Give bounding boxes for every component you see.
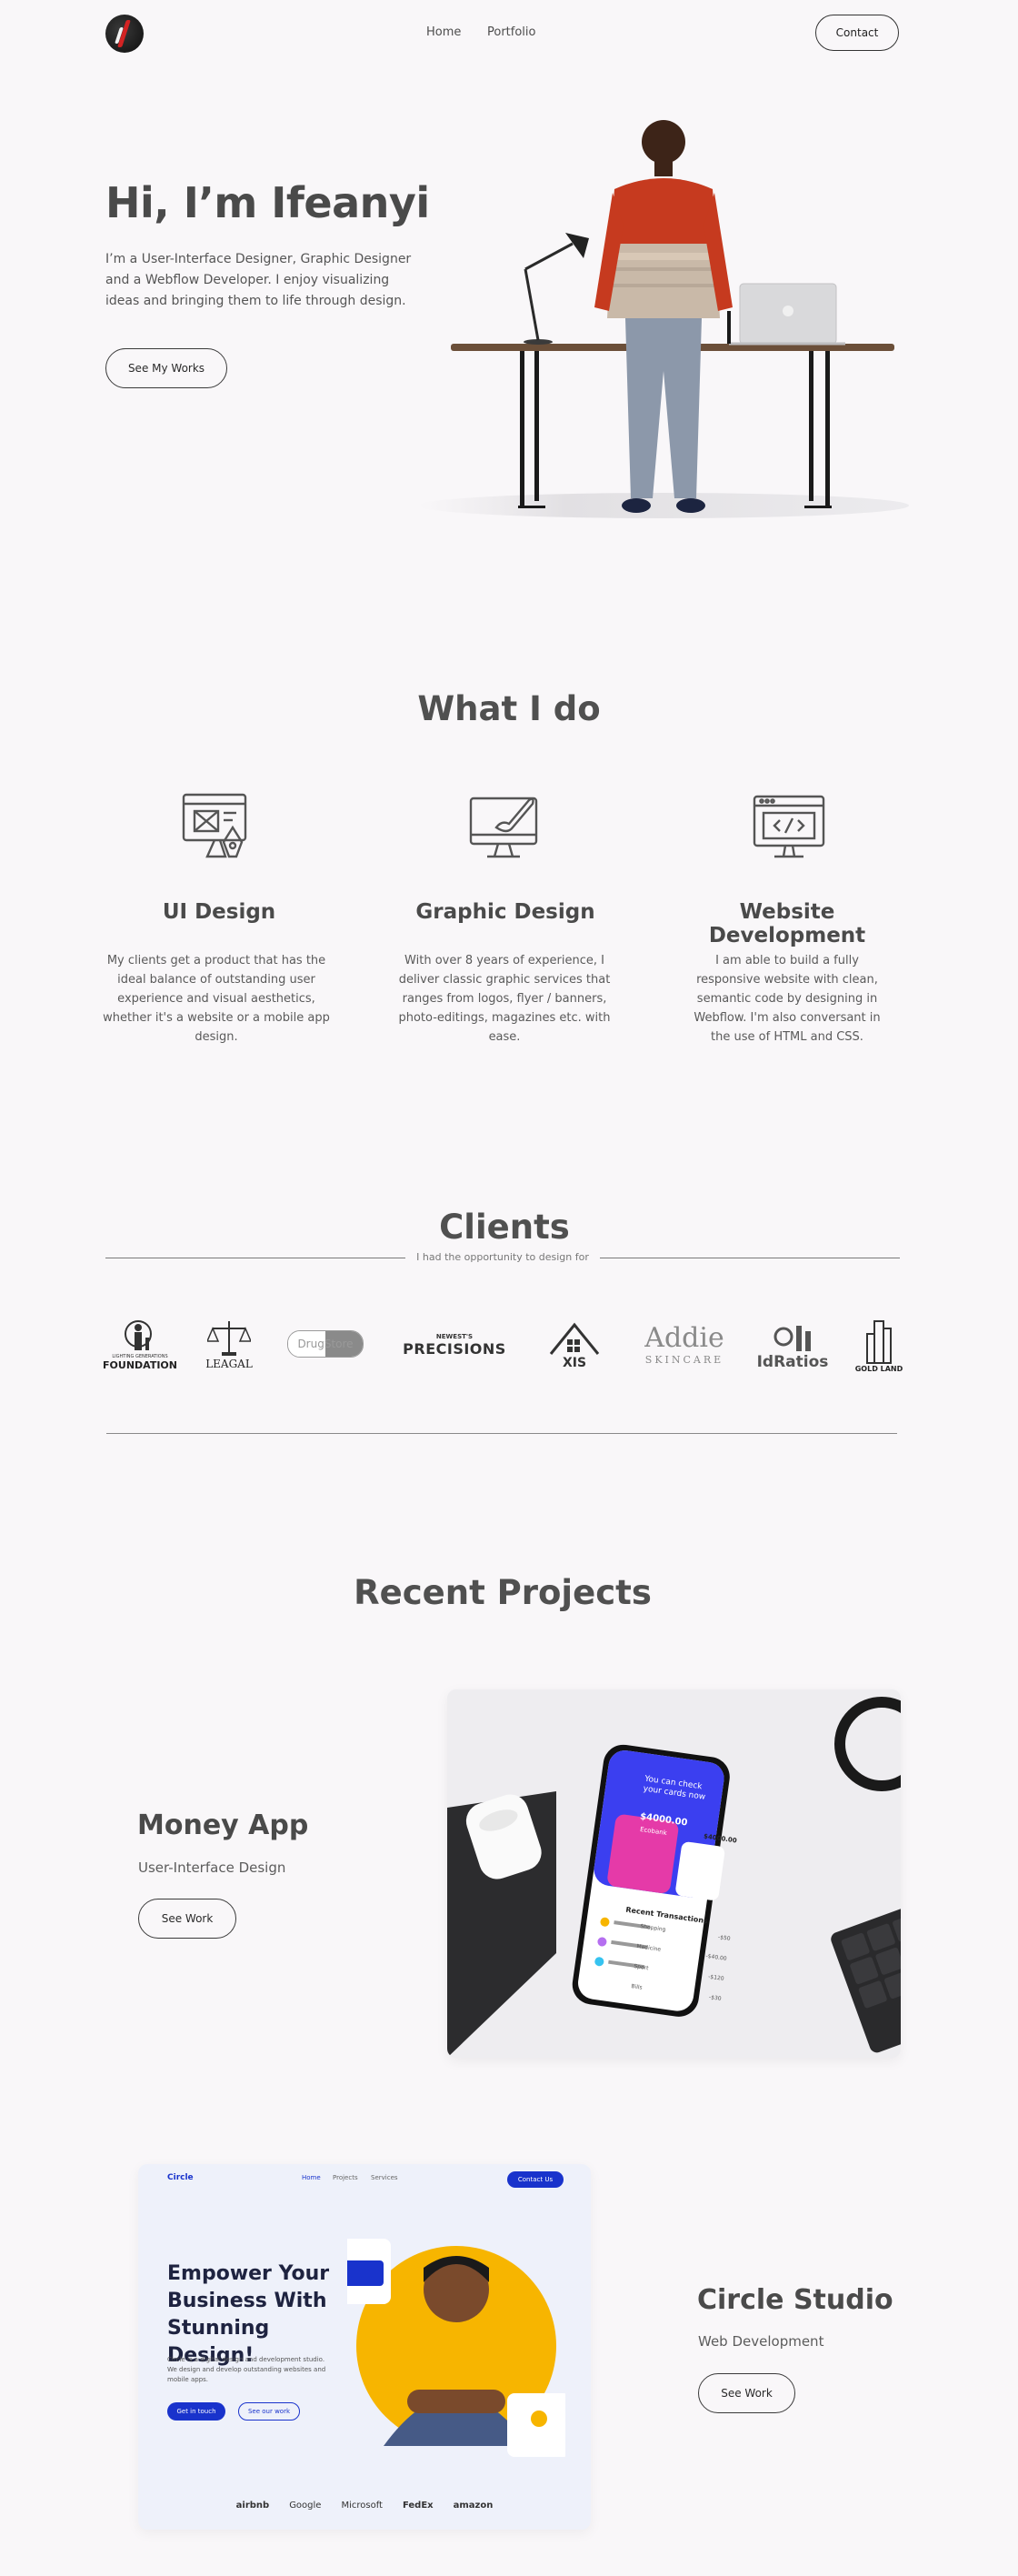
circle-mock-partner-logos: airbnb Google Microsoft FedEx amazon [138, 2501, 591, 2511]
circle-mock-cta-secondary: See our work [238, 2402, 300, 2421]
graphic-design-icon [469, 797, 538, 858]
circle-mock-nav-home: Home [302, 2174, 321, 2181]
amazon-logo: amazon [453, 2501, 494, 2511]
nav-portfolio-link[interactable]: Portfolio [487, 25, 535, 39]
circle-mock-nav-projects: Projects [333, 2174, 358, 2181]
money-app-image[interactable]: You can check your cards now $4000.00 Ec… [447, 1689, 901, 2058]
graphic-design-description: With over 8 years of experience, I deliv… [398, 954, 611, 1044]
circle-studio-subtitle: Web Development [698, 2333, 824, 2350]
drugstore-logo: DrugStore [287, 1329, 364, 1358]
ui-design-title: UI Design [162, 900, 276, 924]
airbnb-logo: airbnb [235, 2501, 270, 2511]
projects-title: Recent Projects [354, 1573, 652, 1612]
circle-studio-see-work-button[interactable]: See Work [698, 2373, 795, 2413]
fedex-logo: FedEx [402, 2501, 434, 2511]
ui-design-description: My clients get a product that has the id… [103, 954, 330, 1044]
circle-mock-body: Circle is a digital design and developme… [167, 2356, 326, 2383]
circle-mock-hero-illustration [347, 2239, 565, 2457]
circle-studio-title: Circle Studio [697, 2284, 893, 2316]
ui-design-icon [182, 793, 247, 858]
code-monitor-icon [753, 795, 825, 858]
foundation-logo: LIGHTING GENERATIONS FOUNDATION [103, 1311, 177, 1377]
circle-mock-headline: Empower Your Business With Stunning Desi… [167, 2262, 330, 2367]
precisions-logo: NEWEST'S PRECISIONS [403, 1332, 506, 1358]
site-logo[interactable] [105, 15, 144, 53]
circle-mock-brand: Circle [167, 2173, 194, 2182]
hero-title: Hi, I’m Ifeanyi [105, 178, 430, 227]
circle-mock-cta-primary: Get in touch [167, 2402, 225, 2421]
hero-portrait-image [418, 120, 909, 518]
see-my-works-button[interactable]: See My Works [105, 348, 227, 388]
idratios-logo: IdRatios [754, 1315, 831, 1375]
addie-logo: Addie SKINCARE [644, 1321, 724, 1366]
money-app-see-work-button[interactable]: See Work [138, 1899, 236, 1939]
website-development-title: Website Development [708, 900, 866, 947]
hero-description: I’m a User-Interface Designer, Graphic D… [105, 252, 412, 308]
website-development-description: I am able to build a fully responsive we… [694, 954, 881, 1044]
goldland-logo: GOLD LAND [851, 1311, 907, 1378]
contact-button[interactable]: Contact [815, 15, 899, 51]
circle-mock-nav-services: Services [371, 2174, 398, 2181]
leagal-logo: LEAGAL [195, 1309, 264, 1378]
services-title: What I do [417, 689, 601, 728]
axis-logo: XIS [538, 1313, 611, 1377]
clients-subtitle: I had the opportunity to design for [416, 1251, 589, 1263]
circle-studio-image[interactable]: Circle Home Projects Services Contact Us… [138, 2164, 591, 2530]
microsoft-logo: Microsoft [341, 2501, 383, 2511]
clients-title: Clients [439, 1208, 570, 1247]
graphic-design-title: Graphic Design [415, 900, 595, 924]
circle-mock-contact-button: Contact Us [507, 2171, 564, 2188]
nav-home-link[interactable]: Home [426, 25, 461, 39]
clients-bottom-divider [106, 1433, 897, 1434]
google-logo: Google [289, 2501, 322, 2511]
money-app-title: Money App [137, 1809, 309, 1841]
money-app-subtitle: User-Interface Design [138, 1859, 286, 1876]
